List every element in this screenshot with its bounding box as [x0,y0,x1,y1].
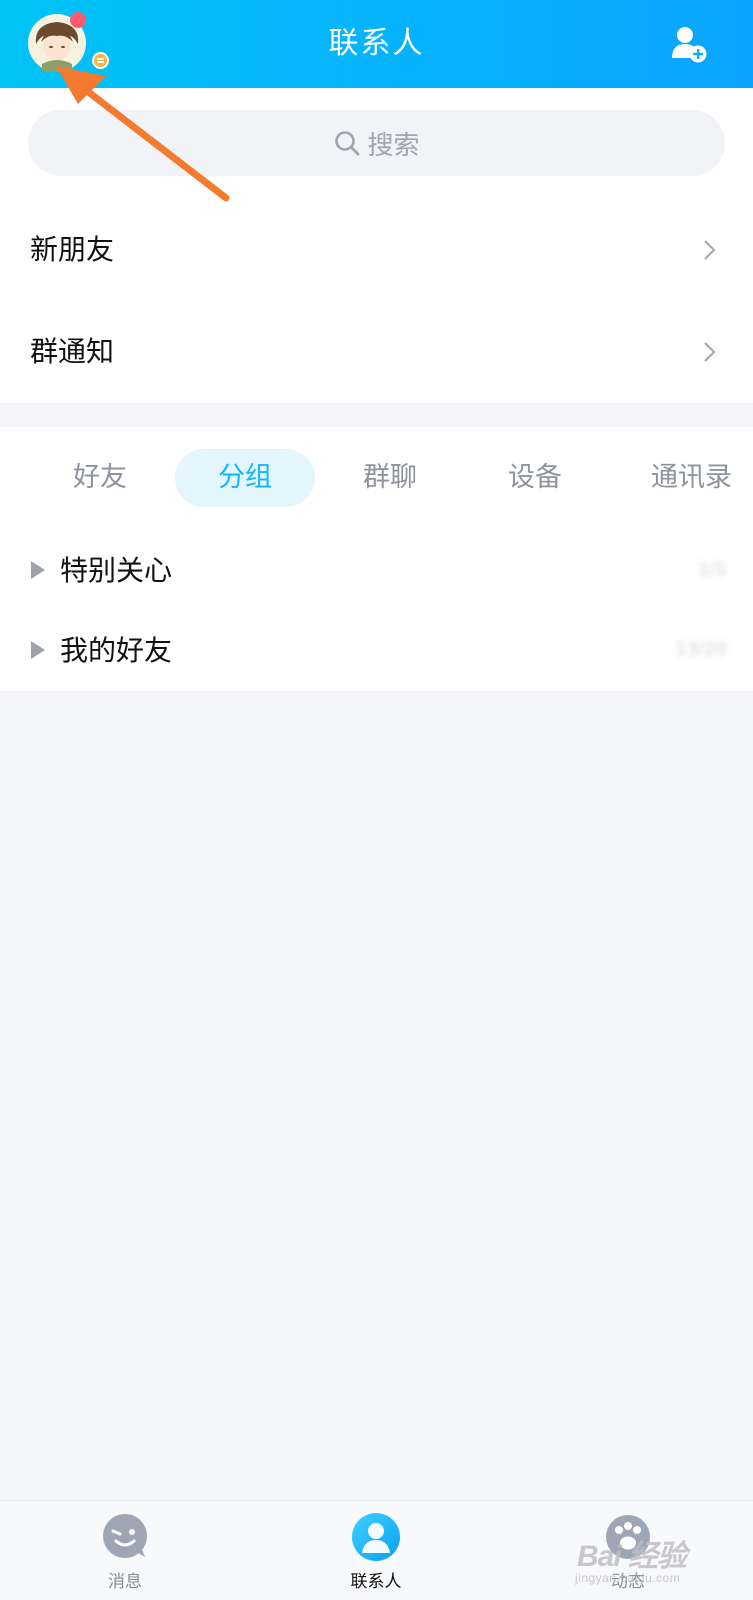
group-count: 13/20 [675,639,727,660]
group-special-care[interactable]: 特别关心 1/1 [0,531,753,611]
nav-contacts[interactable]: 联系人 [316,1511,436,1600]
tab-groups[interactable]: 分组 [175,449,315,507]
tab-group-chats[interactable]: 群聊 [340,449,440,507]
search-icon [335,131,360,156]
tab-friends[interactable]: 好友 [50,449,150,507]
tab-address-book[interactable]: 通讯录 [630,449,753,507]
watermark-main: Bai 经验 [577,1540,687,1573]
tab-devices[interactable]: 设备 [485,449,585,507]
baidu-watermark: Bai 经验 jingyan.baidu.com [575,1531,725,1591]
group-notice-item[interactable]: 群通知 [0,302,753,402]
bottom-navigation: 消息 联系人 动态 Bai 经验 jingyan.baidu.com [0,1500,753,1600]
search-placeholder: 搜索 [367,130,420,161]
top-bar: 联系人 [0,0,753,88]
group-label: 特别关心 [60,554,173,587]
search-input[interactable]: 搜索 [28,110,725,176]
group-label: 我的好友 [60,634,173,667]
nav-contacts-label: 联系人 [350,1572,402,1592]
message-wink-icon [103,1514,147,1558]
contacts-person-icon [352,1513,400,1561]
chevron-right-icon [704,240,716,260]
contacts-page: 联系人 搜索 新朋友 群通知 好友 分组 群聊 设备 通讯录 特别关心 1/1 … [0,0,753,1600]
page-title: 联系人 [328,26,425,61]
group-my-friends[interactable]: 我的好友 13/20 [0,611,753,691]
expand-caret-icon [31,641,45,659]
nav-messages[interactable]: 消息 [65,1511,185,1600]
new-friends-item[interactable]: 新朋友 [0,200,753,300]
chevron-right-icon [704,342,716,362]
group-count: 1/1 [698,559,727,580]
watermark-sub: jingyan.baidu.com [575,1571,681,1585]
expand-caret-icon [31,561,45,579]
new-friends-label: 新朋友 [30,233,115,266]
nav-messages-label: 消息 [108,1572,142,1592]
add-contact-icon [672,27,707,63]
group-notice-label: 群通知 [30,335,115,368]
add-contact-button[interactable] [668,24,708,64]
